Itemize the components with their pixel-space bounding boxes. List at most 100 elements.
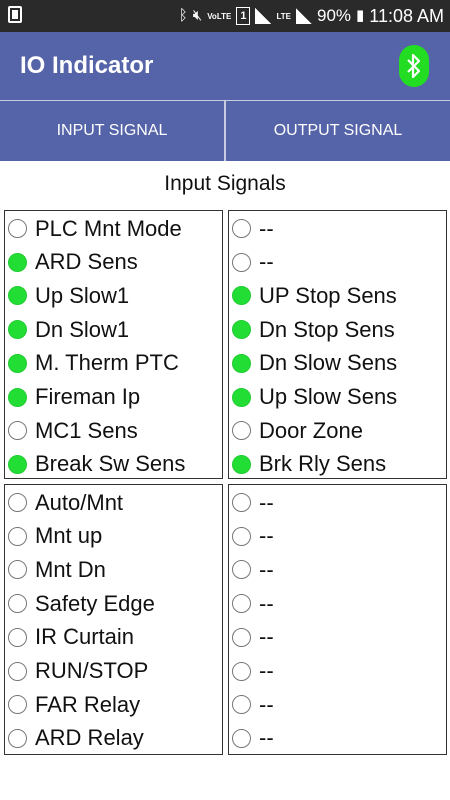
signal-label: Dn Slow Sens [259,350,398,376]
volte-indicator: VoLTE [207,11,232,21]
signal-label: -- [259,590,274,616]
signal-label: MC1 Sens [35,417,138,443]
signal-row[interactable]: -- [229,246,274,279]
status-bar: ᛒ 🔇︎ VoLTE 1 LTE 90% ▮ 11:08 AM [0,0,450,32]
signal-label: -- [259,249,274,275]
signal-row[interactable]: Up Slow1 [5,279,129,312]
signal-label: RUN/STOP [35,658,149,683]
signal-row[interactable]: -- [229,486,274,519]
panel-bottom-left: Auto/Mnt Mnt up Mnt Dn Safety Edge IR Curtai… [4,484,223,755]
signal-indicator-radio[interactable] [8,421,27,441]
signal-indicator-radio[interactable] [8,695,27,715]
signal-row[interactable]: Door Zone [229,414,363,447]
signal-indicator-radio[interactable] [232,594,251,614]
signal-row[interactable]: RUN/STOP [5,655,148,688]
signal-row[interactable]: Dn Slow1 [5,313,129,346]
panel-top-left: PLC Mnt Mode ARD Sens Up Slow1 Dn Slow1 M. T… [4,210,223,479]
signal-label: -- [259,725,274,751]
signal-label: IR Curtain [35,624,135,650]
signal-indicator-radio[interactable] [232,695,251,715]
signal-label: ARD Relay [35,725,144,751]
signal-label: -- [259,624,274,650]
signal-indicator-radio[interactable] [8,560,27,580]
signal-row[interactable]: -- [229,655,274,688]
signal-indicator-radio[interactable] [232,627,251,647]
signal-indicator-radio[interactable] [8,454,27,474]
signal-indicator-radio[interactable] [232,353,251,373]
signal-row[interactable]: Safety Edge [5,587,155,620]
signal-row[interactable]: Break Sw Sens [5,448,185,481]
signal-row[interactable]: Mnt Dn [5,553,106,586]
signal-indicator-radio[interactable] [8,526,27,546]
signal-indicator-radio[interactable] [232,493,251,512]
signal-indicator-radio[interactable] [232,728,251,748]
signal-row[interactable]: FAR Relay [5,688,140,721]
signal-label: M. Therm PTC [35,350,179,376]
signal-row[interactable]: -- [229,553,274,586]
signal-row[interactable]: -- [229,621,274,654]
signal-indicator-radio[interactable] [8,594,27,614]
signal-row[interactable]: -- [229,688,274,721]
tab-output-signal[interactable]: OUTPUT SIGNAL [224,100,450,161]
signal-indicator-radio[interactable] [8,219,27,238]
signal-label: Up Slow Sens [259,384,398,409]
signal-row[interactable]: -- [229,587,274,620]
notification-icon [8,6,22,23]
signal-row[interactable]: IR Curtain [5,621,134,654]
signal-row[interactable]: PLC Mnt Mode [5,212,182,245]
signal-label: Safety Edge [35,590,155,616]
signal-indicator-radio[interactable] [8,728,27,748]
signal-label: -- [259,658,274,683]
bluetooth-icon [407,53,421,79]
signal-label: -- [259,556,274,582]
signal-indicator-radio[interactable] [8,661,27,681]
signal-indicator-radio[interactable] [232,252,251,272]
signal-label: Dn Slow1 [35,316,130,342]
tab-input-signal[interactable]: INPUT SIGNAL [0,100,224,161]
signal-row[interactable]: ARD Sens [5,246,138,279]
app-bar: IO Indicator [0,32,450,100]
signal-indicator-radio[interactable] [232,454,251,474]
signal-strength-icon-2 [295,8,312,24]
signal-indicator-radio[interactable] [232,661,251,681]
signal-indicator-radio[interactable] [8,286,27,306]
signal-indicator-radio[interactable] [8,353,27,373]
signal-indicator-radio[interactable] [8,320,27,340]
signal-strength-icon [255,8,272,24]
signal-row[interactable]: M. Therm PTC [5,347,179,380]
signal-row[interactable]: Dn Stop Sens [229,313,395,346]
signal-row[interactable]: Up Slow Sens [229,381,397,414]
lte-indicator: LTE [276,11,291,21]
signal-row[interactable]: ARD Relay [5,722,144,755]
signal-label: Auto/Mnt [35,489,124,515]
signal-row[interactable]: -- [229,212,274,245]
signal-row[interactable]: Fireman Ip [5,381,140,414]
signal-indicator-radio[interactable] [8,387,27,407]
signal-indicator-radio[interactable] [8,493,27,512]
signal-row[interactable]: Dn Slow Sens [229,347,397,380]
signal-indicator-radio[interactable] [232,526,251,546]
signal-label: FAR Relay [35,691,141,717]
signal-indicator-radio[interactable] [8,252,27,272]
status-icons: ᛒ 🔇︎ VoLTE 1 LTE 90% ▮ 11:08 AM [179,5,444,27]
signal-row[interactable]: -- [229,520,274,553]
signal-indicator-radio[interactable] [232,219,251,238]
bluetooth-button[interactable] [399,45,429,87]
signal-row[interactable]: MC1 Sens [5,414,138,447]
signal-row[interactable]: -- [229,722,274,755]
signal-indicator-radio[interactable] [232,421,251,441]
signal-row[interactable]: UP Stop Sens [229,279,397,312]
signal-indicator-radio[interactable] [232,320,251,340]
signal-indicator-radio[interactable] [8,627,27,647]
signal-indicator-radio[interactable] [232,286,251,306]
signal-row[interactable]: Brk Rly Sens [229,448,386,481]
signal-label: Brk Rly Sens [259,451,387,477]
battery-percent: 90% [316,6,352,25]
signal-indicator-radio[interactable] [232,560,251,580]
signal-indicator-radio[interactable] [232,387,251,407]
battery-icon: ▮ [356,7,365,24]
signal-row[interactable]: Auto/Mnt [5,486,123,519]
panel-top-right: -- -- UP Stop Sens Dn Stop Sens Dn Slow Sens… [228,210,447,479]
signal-row[interactable]: Mnt up [5,520,102,553]
signal-label: Dn Stop Sens [259,316,395,342]
